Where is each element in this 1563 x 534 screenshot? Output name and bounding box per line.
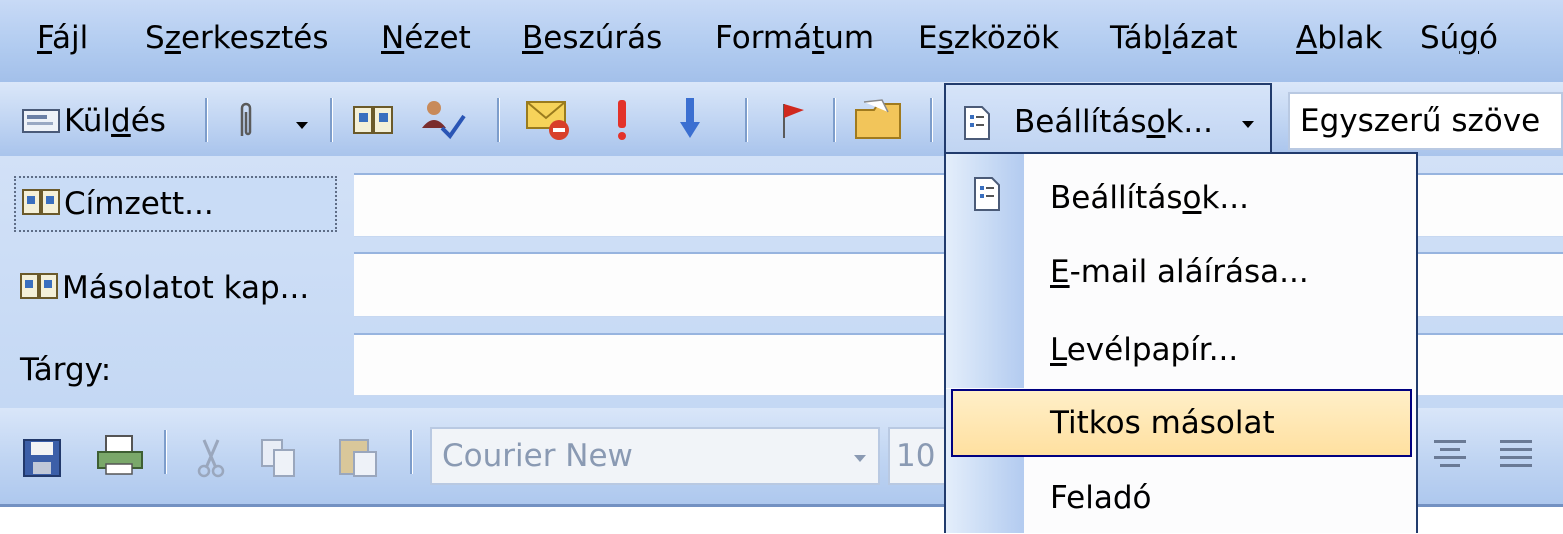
font-dropdown-arrow[interactable]: [854, 455, 866, 462]
message-format-value: Egyszerű szöve: [1300, 103, 1541, 139]
paste-icon[interactable]: [336, 434, 380, 478]
folder-icon[interactable]: [852, 96, 908, 142]
subject-label: Tárgy:: [20, 352, 112, 388]
menu-item-bcc-label: Titkos másolat: [1050, 405, 1275, 441]
menu-file[interactable]: Fájl: [37, 18, 88, 58]
standard-toolbar: Küldés Egyszerű szöve: [0, 82, 1563, 156]
menu-item-email-signature[interactable]: E-mail aláírása...: [946, 242, 1416, 310]
low-importance-icon[interactable]: [678, 96, 702, 142]
flag-icon[interactable]: [770, 100, 806, 140]
menu-insert[interactable]: Beszúrás: [522, 18, 662, 58]
menu-tools[interactable]: Eszközök: [918, 18, 1059, 58]
high-importance-icon[interactable]: [612, 98, 632, 142]
address-book-icon: [22, 189, 60, 215]
font-value: Courier New: [442, 438, 633, 474]
menu-table[interactable]: Táblázat: [1110, 18, 1238, 58]
to-label: Címzett...: [64, 186, 214, 222]
options-dropdown-menu: Beállítások... E-mail aláírása... Levélp…: [944, 152, 1418, 533]
menu-item-stationery[interactable]: Levélpapír...: [946, 318, 1416, 386]
cc-button[interactable]: Másolatot kap...: [16, 262, 346, 314]
options-dropdown-arrow[interactable]: [1242, 121, 1254, 128]
align-right-icon[interactable]: [1496, 436, 1536, 472]
menu-edit[interactable]: Szerkesztés: [145, 18, 329, 58]
menu-help[interactable]: Súgó: [1420, 18, 1498, 58]
print-icon[interactable]: [94, 434, 148, 478]
save-icon[interactable]: [22, 438, 64, 478]
font-size-combo[interactable]: 10: [888, 427, 948, 485]
send-button[interactable]: Küldés: [18, 101, 190, 141]
align-center-icon[interactable]: [1430, 436, 1470, 472]
permission-envelope-icon[interactable]: [525, 96, 575, 144]
paperclip-icon[interactable]: [236, 98, 256, 142]
options-button[interactable]: Beállítások...: [944, 83, 1272, 153]
menu-item-bcc[interactable]: Titkos másolat: [951, 389, 1412, 457]
address-book-icon[interactable]: [352, 104, 396, 138]
menu-view[interactable]: Nézet: [381, 18, 471, 58]
menu-item-from-label: Feladó: [1050, 480, 1152, 516]
cc-label: Másolatot kap...: [62, 270, 310, 306]
send-mail-icon: [22, 109, 60, 133]
menu-window[interactable]: Ablak: [1296, 18, 1382, 58]
menu-bar: Fájl Szerkesztés Nézet Beszúrás Formátum…: [0, 0, 1563, 82]
font-combo[interactable]: Courier New: [430, 427, 880, 485]
attach-dropdown-arrow[interactable]: [296, 122, 308, 129]
check-names-icon[interactable]: [418, 98, 470, 142]
address-book-icon: [20, 273, 58, 299]
options-icon: [964, 106, 990, 140]
menu-item-from[interactable]: Feladó: [946, 466, 1416, 534]
copy-icon[interactable]: [260, 438, 298, 478]
menu-format[interactable]: Formátum: [715, 18, 874, 58]
font-size-value: 10: [896, 438, 936, 474]
options-icon: [974, 177, 1000, 211]
menu-item-options[interactable]: Beállítások...: [946, 164, 1416, 232]
to-button[interactable]: Címzett...: [14, 176, 337, 232]
message-format-combo[interactable]: Egyszerű szöve: [1288, 92, 1563, 150]
cut-icon[interactable]: [196, 438, 226, 478]
